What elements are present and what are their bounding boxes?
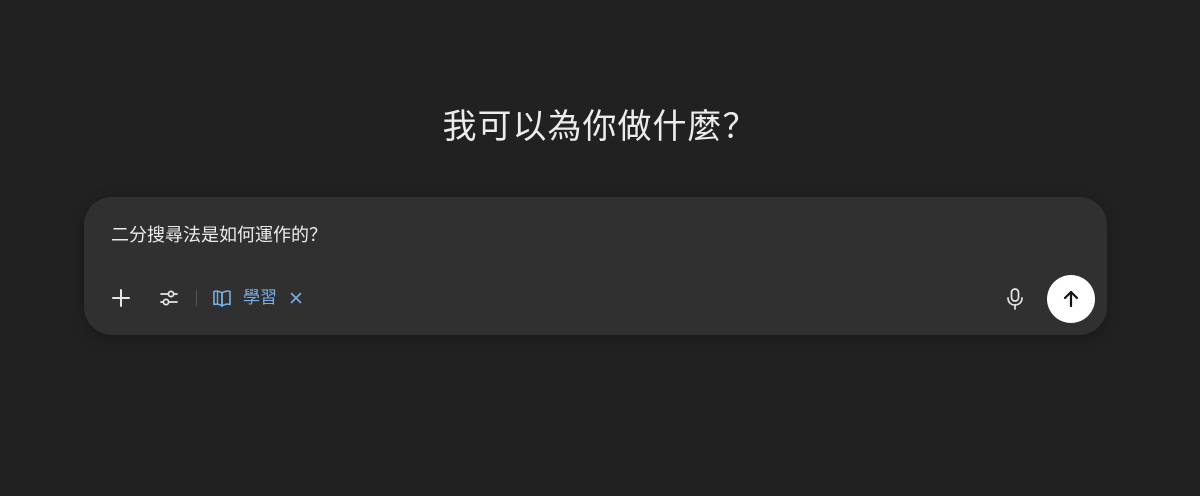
page-title: 我可以為你做什麼？ — [442, 107, 758, 147]
toolbar-divider — [196, 290, 197, 306]
arrow-up-icon — [1063, 290, 1079, 308]
microphone-icon — [1007, 288, 1023, 310]
close-icon — [290, 292, 302, 304]
study-mode-label: 學習 — [243, 288, 277, 308]
chat-composer: 二分搜尋法是如何運作的？ 學習 — [84, 197, 1107, 335]
voice-input-button[interactable] — [1001, 285, 1029, 313]
study-mode-chip[interactable]: 學習 — [211, 287, 305, 309]
composer-toolbar-right — [1001, 275, 1095, 323]
page: 我可以為你做什麼？ 二分搜尋法是如何運作的？ 學習 — [0, 0, 1200, 496]
send-button[interactable] — [1047, 275, 1095, 323]
tools-button[interactable] — [156, 285, 182, 311]
chip-close-button[interactable] — [287, 289, 305, 307]
prompt-input[interactable]: 二分搜尋法是如何運作的？ — [111, 223, 327, 249]
composer-toolbar-left: 學習 — [108, 283, 305, 313]
sliders-icon — [160, 290, 178, 306]
add-button[interactable] — [108, 285, 134, 311]
plus-icon — [112, 289, 130, 307]
open-book-icon — [211, 287, 233, 309]
